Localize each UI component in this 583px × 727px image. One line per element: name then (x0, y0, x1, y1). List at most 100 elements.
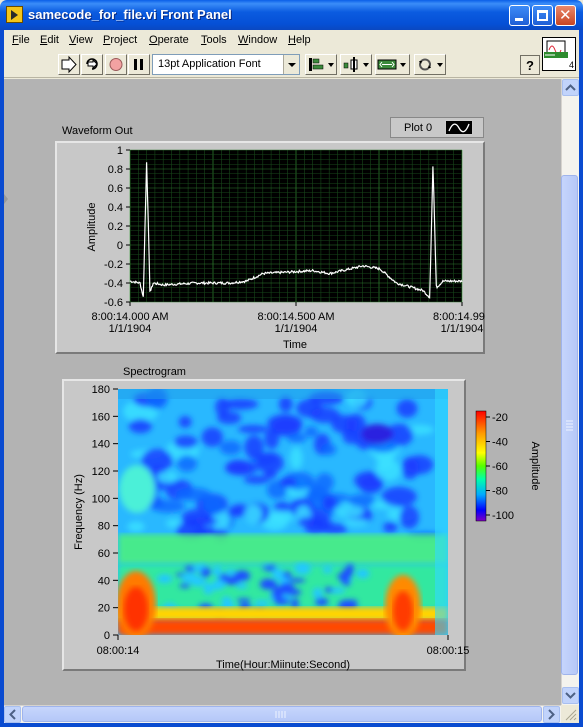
spectrogram-y-tick-label: 0 (104, 630, 110, 642)
menu-project[interactable]: Project (103, 34, 137, 46)
scroll-right-button[interactable] (543, 706, 560, 723)
font-select[interactable]: 13pt Application Font (152, 54, 300, 75)
scroll-up-button[interactable] (562, 79, 579, 96)
spectrogram-y-tick-label: 140 (92, 439, 110, 451)
chevron-left-icon (9, 709, 16, 720)
resize-objects-button[interactable] (375, 54, 410, 75)
color-scale-tick-label: -80 (492, 486, 508, 498)
waveform-x-tick-label: 8:00:14.000 AM (91, 311, 168, 323)
resize-objects-icon (377, 59, 406, 70)
scroll-grip-icon (566, 420, 573, 431)
spectrogram-y-tick-label: 60 (98, 548, 110, 560)
panel-splitter-arrow-icon (4, 194, 8, 204)
align-objects-icon (309, 58, 334, 71)
spectrogram-y-tick-label: 100 (92, 493, 110, 505)
help-icon: ? (526, 58, 534, 73)
spectrogram-y-tick-label: 20 (98, 603, 110, 615)
waveform-y-tick-label: 0.4 (108, 202, 123, 214)
spectrogram-y-tick-label: 160 (92, 411, 110, 423)
color-scale-label: Amplitude (529, 442, 541, 491)
waveform-y-axis-label: Amplitude (86, 203, 98, 252)
waveform-x-tick-date: 1/1/1904 (275, 323, 318, 335)
waveform-x-tick-date: 1/1/1904 (109, 323, 152, 335)
font-select-dropdown[interactable] (283, 55, 299, 74)
menu-tools[interactable]: Tools (201, 34, 227, 46)
title-bar[interactable]: samecode_for_file.vi Front Panel ✕ (0, 0, 583, 30)
waveform-graph[interactable]: 1 0.8 0.6 0.4 0.2 0 -0.2 -0.4 -0.6 8:00:14.000 A… (55, 141, 485, 354)
waveform-x-axis-label: Time (283, 339, 307, 351)
scroll-down-button[interactable] (562, 687, 579, 704)
spectrogram-y-tick-label: 180 (92, 384, 110, 396)
run-button[interactable] (58, 54, 80, 75)
chevron-right-icon (548, 709, 555, 720)
pause-icon (134, 59, 143, 70)
close-button[interactable]: ✕ (555, 5, 576, 26)
chevron-down-icon (288, 63, 296, 67)
vi-connector-icon[interactable]: 4 (542, 37, 576, 71)
window-title: samecode_for_file.vi Front Panel (28, 7, 232, 22)
run-continuously-button[interactable] (81, 54, 103, 75)
menu-window[interactable]: Window (238, 34, 277, 46)
resize-grip-icon (565, 709, 577, 721)
align-objects-button[interactable] (305, 54, 337, 75)
line-sample-icon (448, 123, 470, 133)
waveform-label: Waveform Out (62, 125, 133, 137)
labview-app-icon[interactable] (6, 6, 23, 23)
menu-bar: File Edit View Project Operate Tools Win… (4, 30, 579, 51)
distribute-objects-icon (343, 57, 369, 72)
amplitude-color-scale[interactable] (475, 410, 487, 522)
maximize-button[interactable] (532, 5, 553, 26)
spectrogram-plot-area[interactable] (116, 386, 448, 639)
maximize-icon (537, 10, 548, 21)
plot-legend-swatch (445, 120, 473, 135)
waveform-x-tick-label: 8:00:14.500 AM (257, 311, 334, 323)
abort-icon (109, 58, 123, 71)
reorder-button[interactable] (414, 54, 446, 75)
font-select-value: 13pt Application Font (158, 58, 261, 70)
menu-view[interactable]: View (69, 34, 93, 46)
toolbar: 13pt Application Font ? (4, 51, 579, 78)
run-continuous-icon (86, 58, 98, 70)
spectrogram-y-tick-label: 40 (98, 575, 110, 587)
waveform-y-tick-label: 1 (117, 145, 123, 157)
waveform-y-tick-label: 0 (117, 240, 123, 252)
horizontal-scroll-thumb[interactable] (22, 706, 542, 722)
spectrogram-label: Spectrogram (123, 366, 186, 378)
menu-file[interactable]: File (12, 34, 30, 46)
window-border-bottom (0, 723, 583, 727)
color-scale-tick-label: -100 (492, 510, 514, 522)
pause-button[interactable] (128, 54, 150, 75)
close-icon: ✕ (559, 6, 572, 24)
abort-button[interactable] (105, 54, 127, 75)
menu-edit[interactable]: Edit (40, 34, 59, 46)
chevron-up-icon (565, 84, 576, 91)
chevron-down-icon (565, 692, 576, 699)
waveform-grid (129, 149, 463, 303)
context-help-button[interactable]: ? (520, 55, 540, 75)
spectrogram-graph[interactable]: 180 160 140 120 100 80 60 40 20 0 08:00:14 08:00:1… (62, 379, 552, 671)
color-scale-tick-label: -40 (492, 437, 508, 449)
spectrogram-x-tick-label: 08:00:14 (97, 645, 140, 657)
plot-legend[interactable]: Plot 0 (390, 117, 484, 138)
spectrogram-y-tick-label: 80 (98, 521, 110, 533)
scroll-left-button[interactable] (4, 706, 21, 723)
waveform-y-tick-label: -0.6 (104, 297, 123, 309)
reorder-icon (419, 58, 443, 71)
waveform-y-tick-label: 0.6 (108, 183, 123, 195)
waveform-y-tick-label: -0.2 (104, 259, 123, 271)
connector-pane-number: 4 (568, 60, 574, 70)
waveform-y-tick-label: -0.4 (104, 278, 123, 290)
waveform-x-tick-label: 8:00:14.997 (433, 311, 485, 323)
distribute-objects-button[interactable] (340, 54, 372, 75)
minimize-button[interactable] (509, 5, 530, 26)
waveform-y-tick-label: 0.2 (108, 221, 123, 233)
color-scale-tick-label: -60 (492, 461, 508, 473)
spectrogram-y-tick-label: 120 (92, 466, 110, 478)
resize-grip[interactable] (561, 705, 579, 723)
run-arrow-icon (61, 55, 77, 74)
waveform-x-tick-date: 1/1/1904 (441, 323, 484, 335)
menu-operate[interactable]: Operate (149, 34, 189, 46)
vertical-scroll-thumb[interactable] (561, 175, 578, 675)
menu-help[interactable]: Help (288, 34, 311, 46)
minimize-icon (515, 18, 523, 21)
